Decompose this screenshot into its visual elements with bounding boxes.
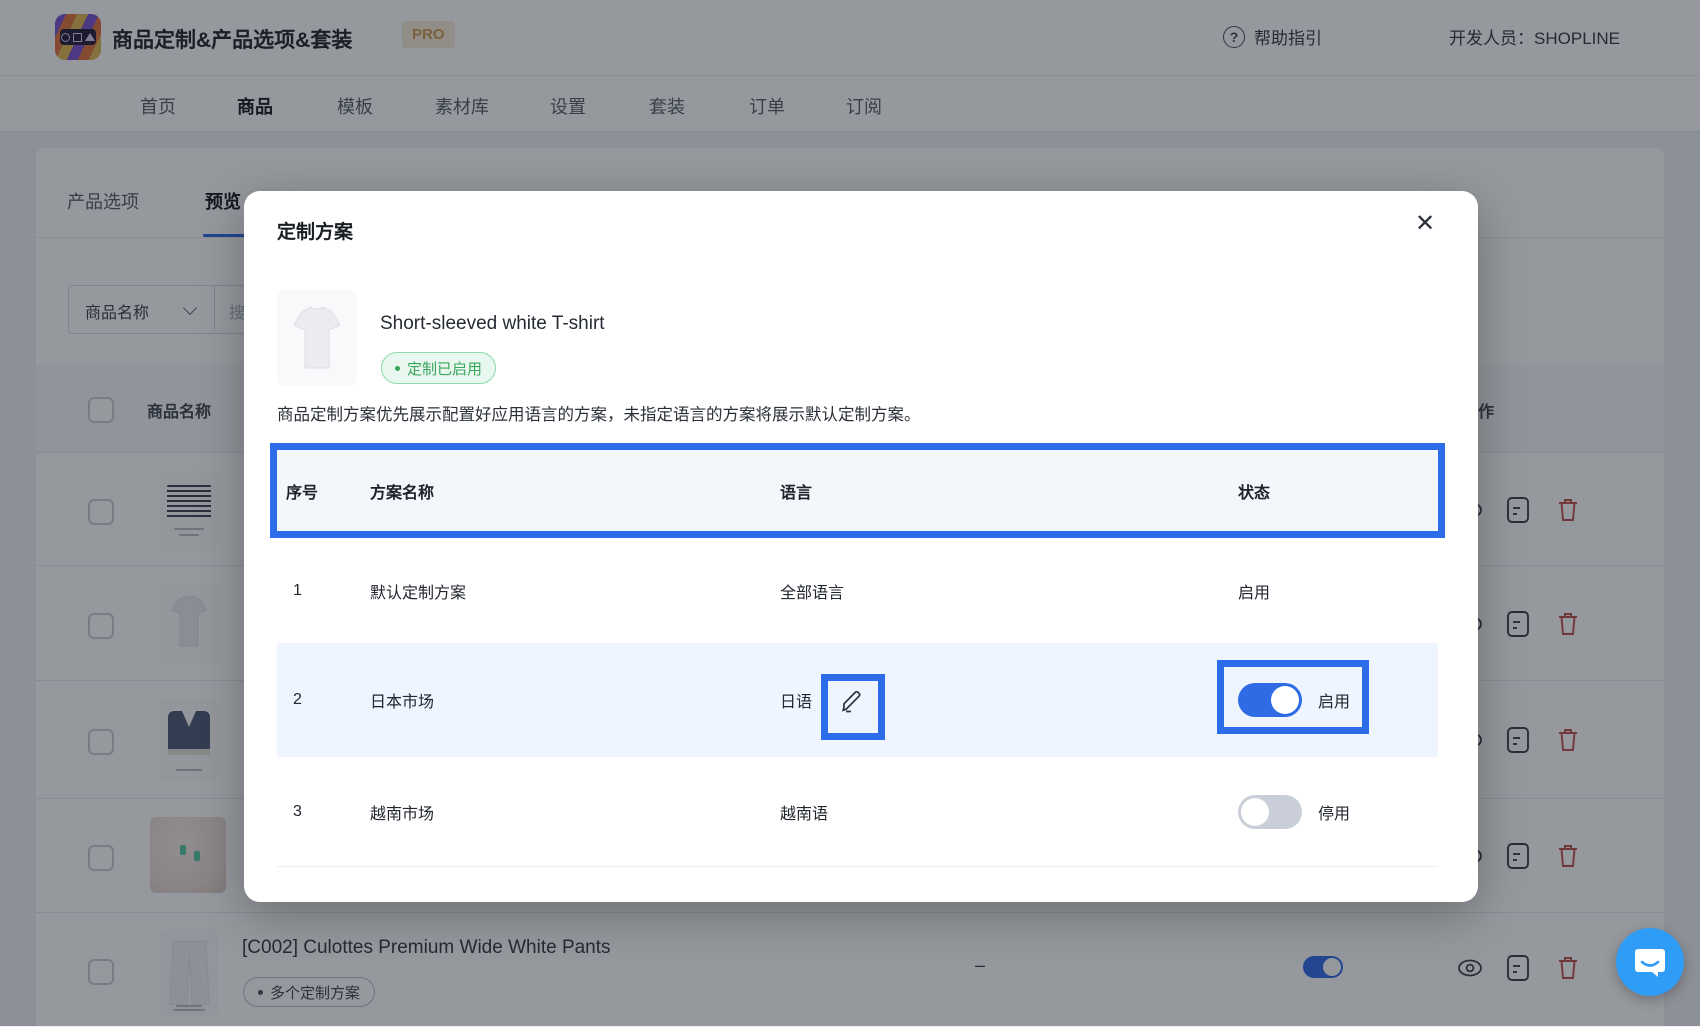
plan-row-japan: 2 日本市场 日语 启用 [277, 643, 1438, 757]
modal-description: 商品定制方案优先展示配置好应用语言的方案，未指定语言的方案将展示默认定制方案。 [277, 406, 921, 424]
plan-row-vietnam: 3 越南市场 越南语 停用 [277, 757, 1438, 867]
col-status: 状态 [1238, 484, 1271, 502]
plan-index: 3 [293, 802, 302, 820]
col-language: 语言 [780, 484, 813, 502]
plan-index: 1 [293, 581, 302, 599]
edit-pencil-icon[interactable] [838, 687, 864, 713]
customization-enabled-badge: 定制已启用 [381, 352, 497, 384]
status-toggle-off[interactable] [1238, 794, 1302, 829]
plan-status-text: 停用 [1318, 805, 1351, 823]
plan-language: 日语 [780, 694, 813, 711]
close-icon[interactable]: ✕ [1408, 207, 1442, 241]
plan-name: 默认定制方案 [370, 584, 467, 602]
chat-launcher-button[interactable] [1616, 928, 1684, 996]
plan-name: 日本市场 [370, 694, 435, 711]
plan-status-text: 启用 [1238, 584, 1271, 602]
plan-status-text: 启用 [1318, 694, 1351, 711]
plan-row-default: 1 默认定制方案 全部语言 启用 [277, 538, 1438, 644]
chat-bubble-icon [1635, 949, 1665, 977]
col-plan-name: 方案名称 [370, 484, 435, 502]
plan-name: 越南市场 [370, 805, 435, 823]
plan-language: 全部语言 [780, 584, 845, 602]
customization-plan-modal: 定制方案 ✕ Short-sleeved white T-shirt 定制已启用… [244, 191, 1478, 902]
plan-index: 2 [293, 691, 302, 708]
status-toggle-on[interactable] [1238, 683, 1302, 717]
product-thumb-white-tshirt [277, 290, 357, 386]
badge-dot-icon [395, 365, 400, 371]
col-index: 序号 [286, 484, 319, 502]
modal-product-name: Short-sleeved white T-shirt [380, 313, 605, 334]
plan-table-header: 序号 方案名称 语言 状态 [270, 443, 1445, 538]
customization-enabled-label: 定制已启用 [407, 360, 483, 378]
modal-title: 定制方案 [277, 222, 354, 243]
plan-language: 越南语 [780, 805, 829, 823]
